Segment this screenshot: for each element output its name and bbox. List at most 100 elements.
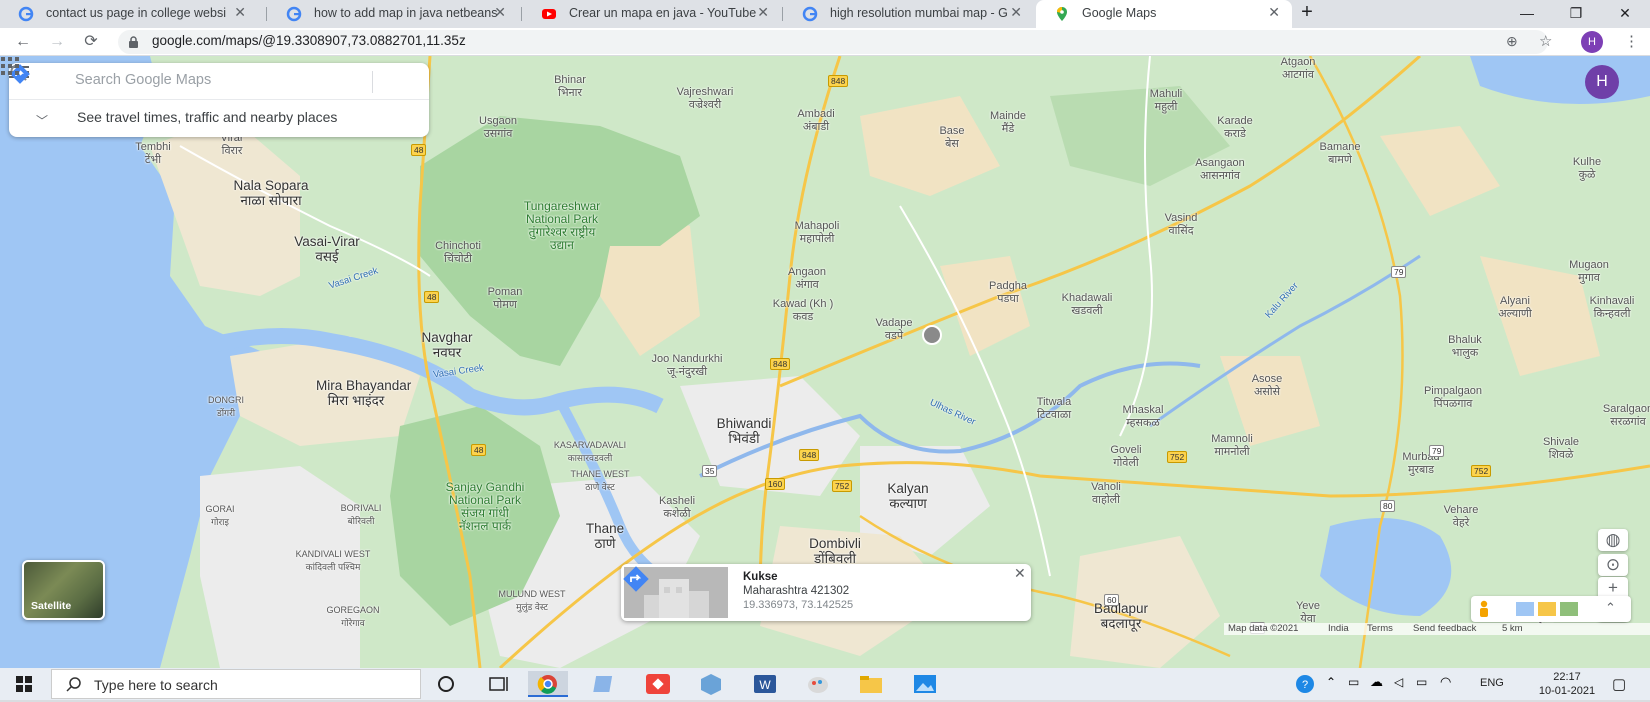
place-label[interactable]: Kulhe कुळे bbox=[1547, 156, 1627, 182]
chevron-up-icon[interactable]: ⌃ bbox=[1326, 675, 1336, 689]
browser-tab-active[interactable]: Google Maps ✕ bbox=[1036, 0, 1292, 28]
place-label[interactable]: Kasheli कशेळी bbox=[637, 495, 717, 521]
place-label[interactable]: Karade कराडे bbox=[1195, 115, 1275, 141]
place-label[interactable]: Khadawali खडवली bbox=[1047, 292, 1127, 318]
place-label[interactable]: Sanjay Gandhi National Park संजय गांधी नॅ… bbox=[445, 481, 525, 533]
place-label[interactable]: Vaholi वाहोली bbox=[1066, 481, 1146, 507]
close-tab-icon[interactable]: ✕ bbox=[1268, 4, 1280, 21]
chevron-down-icon[interactable]: ﹀ bbox=[36, 112, 48, 129]
paint-icon[interactable] bbox=[798, 671, 838, 697]
place-label[interactable]: MULUND WEST मुलुंड वेस्ट bbox=[492, 588, 572, 614]
directions-icon[interactable] bbox=[621, 564, 651, 594]
close-tab-icon[interactable]: ✕ bbox=[757, 4, 769, 21]
place-label[interactable]: Nala Sopara नाळा सोपारा bbox=[231, 178, 311, 208]
browser-tab[interactable]: contact us page in college websi ✕ bbox=[0, 0, 258, 28]
search-input[interactable] bbox=[75, 72, 315, 88]
place-label[interactable]: Thane ठाणे bbox=[565, 521, 645, 551]
browser-tab[interactable]: Crear un mapa en java - YouTube ✕ bbox=[523, 0, 781, 28]
place-label[interactable]: Mahapoli महापोली bbox=[777, 220, 857, 246]
place-label[interactable]: DONGRI डोंगरी bbox=[186, 394, 266, 420]
place-label[interactable]: Ambadi अंबाडी bbox=[776, 108, 856, 134]
help-icon[interactable]: ? bbox=[1294, 674, 1316, 694]
place-label[interactable]: Joo Nandurkhi जू-नंदुरखी bbox=[647, 353, 727, 379]
place-label[interactable]: GOREGAON गोरेगाव bbox=[313, 604, 393, 630]
place-label[interactable]: Mainde मैंडे bbox=[968, 110, 1048, 136]
location-target-icon[interactable]: ⊕ bbox=[1506, 33, 1518, 50]
anydesk-icon[interactable] bbox=[638, 671, 678, 697]
chrome-taskbar-icon[interactable] bbox=[528, 671, 568, 697]
place-label[interactable]: Kalyan कल्याण bbox=[868, 481, 948, 511]
chevron-up-icon[interactable]: ⌃ bbox=[1605, 600, 1616, 616]
back-icon[interactable]: ← bbox=[13, 32, 33, 52]
battery-icon[interactable]: ▭ bbox=[1416, 675, 1427, 689]
place-label[interactable]: Chinchoti चिंचोटी bbox=[418, 240, 498, 266]
send-feedback-link[interactable]: Send feedback bbox=[1413, 623, 1476, 634]
place-label[interactable]: Bamane बामणे bbox=[1300, 141, 1380, 167]
place-label[interactable]: Murbad मुरबाड bbox=[1381, 451, 1461, 477]
satellite-layer-button[interactable]: Satellite bbox=[22, 560, 105, 620]
place-label[interactable]: Atgaon आटगांव bbox=[1258, 56, 1338, 82]
place-label[interactable]: Asose असोसे bbox=[1227, 373, 1307, 399]
bookmark-star-icon[interactable]: ☆ bbox=[1539, 32, 1552, 50]
close-window-icon[interactable]: ✕ bbox=[1602, 0, 1648, 28]
minimize-icon[interactable]: — bbox=[1504, 0, 1550, 28]
url-text[interactable]: google.com/maps/@19.3308907,73.0882701,1… bbox=[152, 33, 466, 48]
place-label[interactable]: Tungareshwar National Park तुंगारेश्वर रा… bbox=[522, 200, 602, 252]
place-label[interactable]: Navghar नवघर bbox=[407, 330, 487, 360]
word-icon[interactable]: W bbox=[745, 671, 785, 697]
place-card[interactable]: Kukse Maharashtra 421302 19.336973, 73.1… bbox=[621, 564, 1031, 621]
place-label[interactable]: BORIVALI बोरिवली bbox=[321, 502, 401, 528]
pegman-icon[interactable] bbox=[1477, 600, 1491, 618]
place-label[interactable]: Mhaskal म्हसकळ bbox=[1103, 404, 1183, 430]
layer-thumb-transit[interactable] bbox=[1516, 602, 1534, 616]
layers-strip[interactable]: ⌃ bbox=[1471, 596, 1631, 622]
file-explorer-icon[interactable] bbox=[851, 671, 891, 697]
place-label[interactable]: Goveli गोवेली bbox=[1086, 444, 1166, 470]
place-label[interactable]: GORAI गोराइ bbox=[180, 503, 260, 529]
country-link[interactable]: India bbox=[1328, 623, 1349, 634]
place-label[interactable]: Poman पोमण bbox=[465, 286, 545, 312]
place-label[interactable]: Tembhi टेंभी bbox=[113, 141, 193, 167]
new-tab-button[interactable]: + bbox=[1292, 0, 1322, 28]
profile-avatar[interactable]: H bbox=[1581, 31, 1603, 53]
language-indicator[interactable]: ENG bbox=[1480, 677, 1504, 689]
map-canvas[interactable]: Bhinar भिनार Vajreshwari वज्रेश्वरी Ambadi अं… bbox=[0, 56, 1650, 668]
place-label[interactable]: Mahuli महुली bbox=[1126, 88, 1206, 114]
task-view-icon[interactable] bbox=[478, 671, 518, 697]
place-label[interactable]: Bhaluk भालुक bbox=[1425, 334, 1505, 360]
place-label[interactable]: Angaon अंगाव bbox=[767, 266, 847, 292]
photos-icon[interactable] bbox=[905, 671, 945, 697]
more-menu-icon[interactable]: ⋮ bbox=[1624, 32, 1639, 50]
virtualbox-icon[interactable] bbox=[691, 671, 731, 697]
place-label[interactable]: Kinhavali किन्हवली bbox=[1572, 295, 1650, 321]
onedrive-icon[interactable]: ☁ bbox=[1370, 674, 1383, 690]
forward-icon[interactable]: → bbox=[47, 32, 67, 52]
place-label[interactable]: Vasai-Virar वसई bbox=[287, 234, 367, 264]
close-tab-icon[interactable]: ✕ bbox=[494, 4, 506, 21]
place-label[interactable]: Mugaon मुगाव bbox=[1549, 259, 1629, 285]
globe-icon[interactable]: ◍ bbox=[1598, 529, 1628, 551]
place-label[interactable]: Titwala टिटवाळा bbox=[1014, 396, 1094, 422]
close-tab-icon[interactable]: ✕ bbox=[1010, 4, 1022, 21]
place-label[interactable]: KASARVADAVALI कासारवडवली bbox=[550, 439, 630, 465]
place-label[interactable]: Vadape वडपे bbox=[854, 317, 934, 343]
place-label[interactable]: Usgaon उसगांव bbox=[458, 115, 538, 141]
cortana-icon[interactable] bbox=[426, 671, 466, 697]
place-label[interactable]: Vajreshwari वज्रेश्वरी bbox=[665, 86, 745, 112]
my-location-icon[interactable]: ⊙ bbox=[1598, 554, 1628, 576]
place-label[interactable]: Saralgaon सरळगांव bbox=[1588, 403, 1650, 429]
place-label[interactable]: KANDIVALI WEST कांदिवली पश्चिम bbox=[293, 548, 373, 574]
place-label[interactable]: Alyani अल्याणी bbox=[1475, 295, 1555, 321]
place-label[interactable]: Dombivli डोंबिवली bbox=[795, 536, 875, 566]
browser-tab[interactable]: how to add map in java netbeans ✕ bbox=[268, 0, 518, 28]
place-label[interactable]: Bhinar भिनार bbox=[530, 74, 610, 100]
close-tab-icon[interactable]: ✕ bbox=[234, 4, 246, 21]
layer-thumb-traffic[interactable] bbox=[1538, 602, 1556, 616]
notification-icon[interactable]: ▢ bbox=[1612, 675, 1626, 693]
reload-icon[interactable]: ⟳ bbox=[81, 32, 101, 52]
taskbar-search[interactable]: Type here to search bbox=[51, 669, 421, 699]
device-icon[interactable]: ▭ bbox=[1348, 675, 1359, 689]
place-label[interactable]: Badlapur बदलापूर bbox=[1081, 601, 1161, 631]
close-icon[interactable]: ✕ bbox=[1014, 565, 1026, 582]
place-label[interactable]: Kawad (Kh ) कवड bbox=[763, 298, 843, 324]
